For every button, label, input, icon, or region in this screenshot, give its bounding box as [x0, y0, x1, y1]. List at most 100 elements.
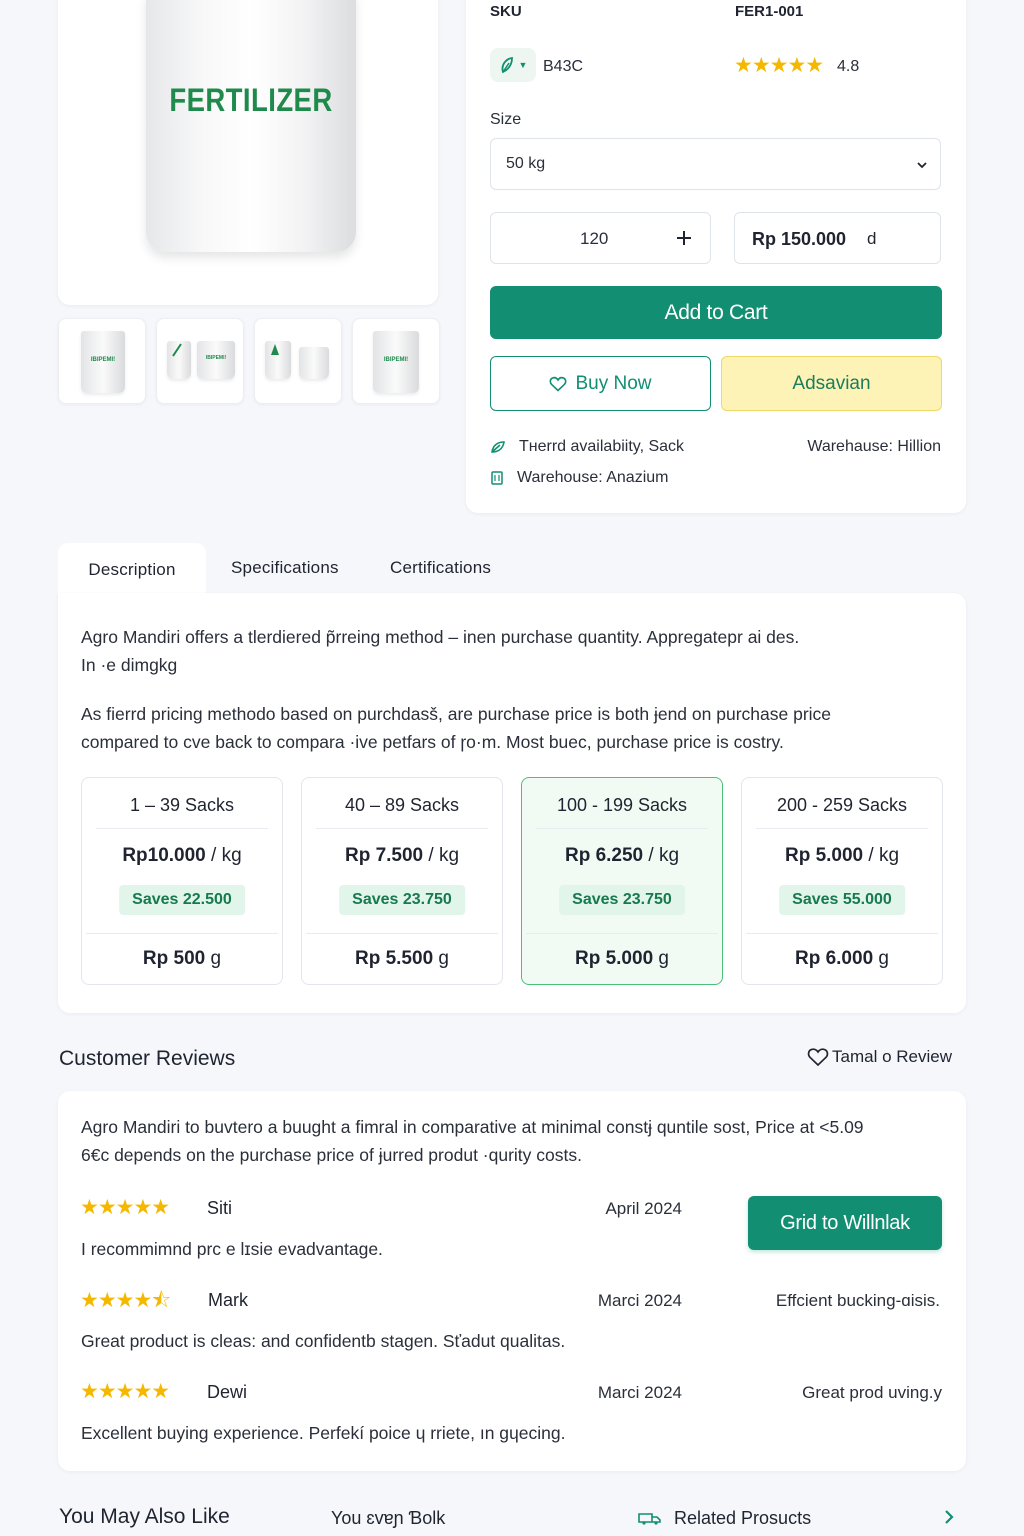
write-review-link[interactable]: Tamal o Review [807, 1047, 952, 1067]
description-line: As fierrd pricing methodo based on purch… [81, 704, 832, 724]
rating-value: 4.8 [837, 58, 860, 75]
review-side-note: Effcient bucking-ɑisis. [775, 1291, 940, 1310]
tier-price-amount: Rp 7.500 [344, 845, 424, 866]
review-text: Great product is cleas: and confidentb s… [81, 1331, 566, 1351]
plant-icon [271, 344, 279, 355]
sku-label: SKU [490, 3, 522, 20]
tab-description[interactable]: Description [58, 543, 206, 597]
related-products-link[interactable]: Related Prosucts [674, 1508, 811, 1529]
tier-range: 40 – 89 Sacks [344, 795, 460, 815]
tier-price-amount: Rp 6.250 [564, 845, 644, 866]
tier-price-unit: / kg [205, 845, 242, 866]
bag-label: FERTILIZER [169, 82, 333, 118]
review-date: Marci 2024 [597, 1383, 682, 1402]
thumbnail-label: IBIPEMI! [90, 357, 116, 363]
thumbnail-1[interactable]: IBIPEMI! [58, 318, 146, 404]
tab-specifications[interactable]: Specifications [231, 558, 339, 578]
warehouse-icon [491, 471, 503, 485]
tier-bottom-amount: Rp 5.000 [574, 948, 654, 969]
leaf-icon [501, 56, 513, 74]
tier-price-unit: / kg [863, 845, 900, 866]
add-to-cart-button[interactable]: Add to Cart [490, 286, 942, 339]
review-stars: ★★★★⯪ [80, 1289, 171, 1312]
size-select[interactable]: 50 kg [490, 138, 941, 190]
tier-price: Rp 7.500 / kg [302, 845, 502, 867]
plus-icon[interactable] [675, 229, 693, 247]
description-line: compared to cve back to compara ·ive pet… [81, 732, 784, 752]
tier-price: Rp10.000 / kg [82, 845, 282, 867]
advanced-button[interactable]: Adsavian [721, 356, 942, 411]
tier-bottom-unit: g [653, 948, 669, 969]
buy-now-label: Buy Now [575, 372, 652, 394]
tier-savings-badge: Saves 22.500 [119, 885, 245, 915]
review-date: Marci 2024 [597, 1291, 682, 1310]
warehouse-left: Warehouse: Anazium [517, 469, 669, 486]
tier-bottom-unit: g [873, 948, 889, 969]
product-image-card[interactable]: FERTILIZER [58, 0, 438, 305]
tier-price: Rp 6.250 / kg [522, 845, 722, 867]
warehouse-right: Warehause: Hillion [807, 438, 941, 455]
reviewer-name: Dewi [207, 1382, 248, 1402]
tier-bottom-amount: Rp 6.000 [794, 948, 874, 969]
thumbnail-2[interactable]: IBIPEMI! [156, 318, 244, 404]
tier-bottom: Rp 5.500 g [302, 948, 502, 970]
description-line: Agro Mandiri offers a tlerdiered p̃rrein… [81, 627, 800, 647]
divider [536, 828, 708, 829]
product-code: B43C [543, 58, 584, 75]
rating-stars: ★★★★★ [734, 54, 824, 77]
tier-range: 1 – 39 Sacks [129, 795, 235, 815]
leaf-icon [491, 441, 505, 453]
review-cta-button[interactable]: Grid to Willnlak [748, 1196, 942, 1250]
tier-bottom: Rp 6.000 g [742, 948, 942, 970]
description-line: In ·e dimgkg [81, 655, 178, 675]
also-like-heading: You May Also Like [59, 1505, 230, 1528]
price-tier-4[interactable]: 200 - 259 Sacks Rp 5.000 / kg Saves 55.0… [741, 777, 943, 985]
description-paragraph-1: Agro Mandiri offers a tlerdiered p̃rrein… [81, 623, 799, 679]
price-value: Rp 150.000 [752, 229, 847, 249]
thumbnail-3[interactable] [254, 318, 342, 404]
thumbnail-label: IBIPEMI! [383, 357, 409, 363]
tier-price-unit: / kg [643, 845, 680, 866]
chevron-down-icon [917, 162, 927, 169]
price-tier-2[interactable]: 40 – 89 Sacks Rp 7.500 / kg Saves 23.750… [301, 777, 503, 985]
price-suffix: d [867, 229, 877, 248]
review-text: Excellent buying experience. Perfekí poi… [81, 1423, 566, 1443]
tier-bottom-unit: g [433, 948, 449, 969]
reviews-intro-line: Agro Mandiri to buvtero a buught a fimra… [81, 1117, 864, 1137]
recently-viewed-link[interactable]: You ɛvɐɲ Ɓolk [331, 1508, 445, 1529]
write-review-label: Tamal o Review [832, 1047, 952, 1066]
heart-icon [550, 376, 567, 392]
review-text: I recommimnd prc e lɪsie evadvantage. [81, 1239, 383, 1259]
tier-savings-badge: Saves 23.750 [559, 885, 685, 915]
tier-savings-badge: Saves 23.750 [339, 885, 465, 915]
tier-savings-badge: Saves 55.000 [779, 885, 905, 915]
chevron-right-icon[interactable] [943, 1509, 955, 1525]
tier-bottom: Rp 5.000 g [522, 948, 722, 970]
review-side-note: Great prod uving.y [802, 1383, 942, 1402]
tier-bottom: Rp 500 g [82, 948, 282, 970]
tier-price: Rp 5.000 / kg [742, 845, 942, 867]
tier-bottom-amount: Rp 5.500 [354, 948, 434, 969]
reviewer-name: Siti [207, 1198, 233, 1218]
tier-price-unit: / kg [423, 845, 460, 866]
thumbnail-4[interactable]: IBIPEMI! [352, 318, 440, 404]
size-label: Size [490, 111, 522, 128]
review-stars: ★★★★★ [80, 1380, 170, 1403]
divider [746, 933, 938, 934]
buy-now-button[interactable]: Buy Now [490, 356, 711, 411]
price-tier-3-selected[interactable]: 100 - 199 Sacks Rp 6.250 / kg Saves 23.7… [521, 777, 723, 985]
tab-certifications[interactable]: Certifications [390, 558, 491, 578]
review-stars: ★★★★★ [80, 1196, 170, 1219]
heart-icon [807, 1048, 829, 1067]
tier-price-amount: Rp10.000 [122, 845, 206, 866]
price-tier-1[interactable]: 1 – 39 Sacks Rp10.000 / kg Saves 22.500 … [81, 777, 283, 985]
description-paragraph-2: As fierrd pricing methodo based on purch… [81, 700, 831, 756]
divider [526, 933, 718, 934]
variant-chip[interactable]: ▼ [490, 48, 536, 82]
tier-range: 100 - 199 Sacks [556, 795, 688, 815]
quantity-stepper[interactable]: 120 [490, 212, 711, 264]
tab-description-label: Description [88, 560, 176, 579]
tier-price-amount: Rp 5.000 [784, 845, 864, 866]
divider [96, 828, 268, 829]
tier-bottom-unit: g [205, 948, 222, 969]
